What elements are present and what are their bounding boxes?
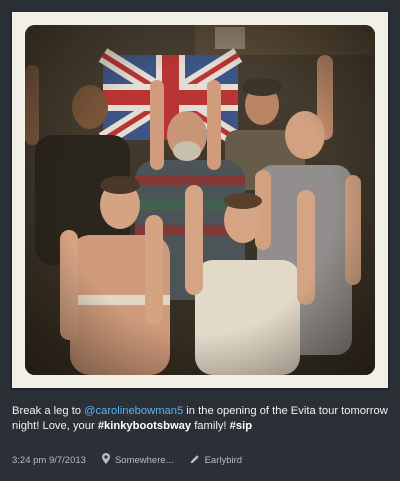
post-filter: Earlybird xyxy=(204,454,243,466)
post-photo[interactable] xyxy=(25,25,375,375)
instagram-post-card: Break a leg to @carolinebowman5 in the o… xyxy=(0,0,400,481)
caption-text-prefix: Break a leg to xyxy=(12,405,85,417)
post-meta: 3:24 pm 9/7/2013 Somewhere... Earlybird xyxy=(12,453,242,467)
post-datetime: 3:24 pm 9/7/2013 xyxy=(12,454,86,466)
photo-frame xyxy=(12,12,388,388)
map-pin-icon xyxy=(101,453,110,467)
post-caption: Break a leg to @carolinebowman5 in the o… xyxy=(12,404,388,434)
caption-text-middle2: family! xyxy=(191,420,230,432)
hashtag-link-sip[interactable]: #sip xyxy=(230,420,252,432)
post-location[interactable]: Somewhere... xyxy=(115,455,174,466)
photo-illustration xyxy=(25,25,375,375)
pencil-icon xyxy=(190,454,200,467)
mention-link[interactable]: @carolinebowman5 xyxy=(84,405,183,417)
hashtag-link-kinkybootsbway[interactable]: #kinkybootsbway xyxy=(98,420,191,432)
